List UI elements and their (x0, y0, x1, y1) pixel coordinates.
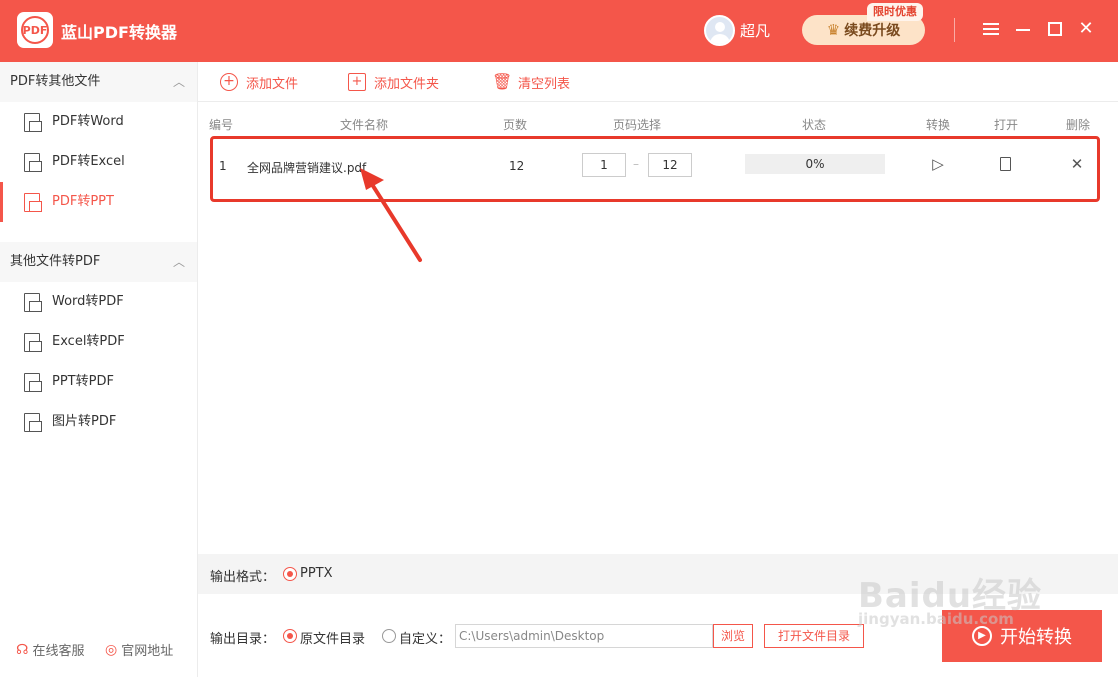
sidebar-group-other-to-pdf[interactable]: 其他文件转PDF ︿ (0, 242, 197, 282)
toolbar: + 添加文件 + 添加文件夹 🗑 清空列表 (198, 62, 1118, 102)
output-path-input[interactable]: C:\Users\admin\Desktop (455, 624, 713, 648)
dir-radio-original[interactable] (283, 629, 297, 643)
start-convert-button[interactable]: ▶ 开始转换 (942, 610, 1102, 662)
titlebar-divider (954, 18, 955, 42)
website-label: 官网地址 (121, 644, 174, 659)
add-folder-button[interactable]: + 添加文件夹 (348, 72, 439, 92)
clear-list-button[interactable]: 🗑 清空列表 (492, 72, 570, 92)
globe-icon: ◎ (105, 641, 118, 658)
col-status: 状态 (802, 118, 827, 132)
sidebar-group-pdf-to-other[interactable]: PDF转其他文件 ︿ (0, 62, 197, 102)
output-format-label: 输出格式： (210, 570, 276, 585)
sidebar-item-pdf-to-ppt[interactable]: PDF转PPT (0, 182, 197, 222)
page-to-input[interactable]: 12 (648, 153, 692, 177)
annotation-arrow (360, 168, 422, 262)
file-pdf-icon (24, 373, 42, 392)
table-row[interactable]: 1 全网品牌营销建议.pdf 12 1 – 12 0% ▷ ✕ (210, 136, 1100, 202)
crown-icon: ♛ (826, 21, 841, 39)
col-delete: 删除 (1066, 118, 1091, 132)
logo-text: PDF (21, 16, 49, 44)
start-convert-label: 开始转换 (1000, 627, 1072, 648)
sidebar-item-pdf-to-excel[interactable]: PDF转Excel (0, 142, 197, 182)
title-bar: PDF 蓝山PDF转换器 超凡 ♛ 续费升级 限时优惠 ✕ (0, 0, 1118, 62)
sidebar-item-label: Excel转PDF (52, 334, 125, 349)
table-header: 编号 文件名称 页数 页码选择 状态 转换 打开 删除 (198, 114, 1118, 132)
output-format-panel: 输出格式： PPTX (198, 554, 1118, 594)
online-service-label: 在线客服 (32, 644, 85, 659)
dir-original-label: 原文件目录 (300, 632, 366, 647)
output-dir-label: 输出目录： (210, 632, 276, 647)
sidebar-group-label: 其他文件转PDF (10, 254, 101, 269)
user-name[interactable]: 超凡 (740, 20, 770, 41)
sidebar-item-ppt-to-pdf[interactable]: PPT转PDF (0, 362, 197, 402)
menu-icon[interactable] (982, 20, 1000, 38)
promo-badge: 限时优惠 (867, 3, 923, 21)
dir-radio-custom[interactable] (382, 629, 396, 643)
dir-custom-label: 自定义： (399, 632, 452, 647)
col-open: 打开 (994, 118, 1019, 132)
sidebar-group-label: PDF转其他文件 (10, 74, 101, 89)
chevron-up-icon: ︿ (172, 255, 185, 269)
page-from-input[interactable]: 1 (582, 153, 626, 177)
col-name: 文件名称 (340, 118, 389, 132)
col-index: 编号 (209, 118, 234, 132)
trash-icon: 🗑 (492, 72, 513, 91)
close-icon[interactable]: ✕ (1077, 20, 1095, 38)
format-pptx-label: PPTX (300, 566, 333, 581)
delete-x-icon[interactable]: ✕ (1068, 155, 1086, 173)
add-folder-label: 添加文件夹 (374, 76, 440, 92)
plus-circle-icon: + (220, 73, 238, 91)
col-pages: 页数 (503, 118, 528, 132)
user-avatar[interactable] (704, 15, 735, 46)
maximize-icon[interactable] (1046, 20, 1064, 38)
sidebar-item-label: PDF转Word (52, 114, 124, 129)
play-icon[interactable]: ▷ (929, 155, 947, 173)
folder-plus-icon: + (348, 73, 366, 91)
sidebar-item-word-to-pdf[interactable]: Word转PDF (0, 282, 197, 322)
add-file-label: 添加文件 (246, 76, 299, 92)
play-circle-icon: ▶ (972, 626, 992, 646)
file-pdf-icon (24, 413, 42, 432)
app-title: 蓝山PDF转换器 (61, 23, 177, 42)
row-pages: 12 (509, 159, 525, 173)
sidebar-item-excel-to-pdf[interactable]: Excel转PDF (0, 322, 197, 362)
sidebar-item-label: PDF转PPT (52, 194, 114, 209)
website-link[interactable]: ◎ 官网地址 (105, 640, 174, 660)
app-logo: PDF (17, 12, 53, 48)
sidebar-item-label: 图片转PDF (52, 414, 117, 429)
headset-icon: ☊ (16, 641, 29, 658)
file-excel-icon (24, 153, 42, 172)
col-convert: 转换 (926, 118, 951, 132)
upgrade-label: 续费升级 (844, 23, 901, 39)
browse-button[interactable]: 浏览 (713, 624, 753, 648)
file-pdf-icon (24, 293, 42, 312)
sidebar: PDF转其他文件 ︿ PDF转Word PDF转Excel PDF转PPT 其他… (0, 62, 198, 677)
sidebar-item-image-to-pdf[interactable]: 图片转PDF (0, 402, 197, 442)
sidebar-item-label: PPT转PDF (52, 374, 114, 389)
col-range: 页码选择 (613, 118, 662, 132)
open-dir-button[interactable]: 打开文件目录 (764, 624, 864, 648)
file-pdf-icon (24, 333, 42, 352)
clear-list-label: 清空列表 (518, 76, 571, 92)
sidebar-item-label: PDF转Excel (52, 154, 125, 169)
app-window: PDF 蓝山PDF转换器 超凡 ♛ 续费升级 限时优惠 ✕ PDF转其他文件 ︿… (0, 0, 1118, 677)
row-file-name: 全网品牌营销建议.pdf (247, 161, 367, 175)
add-file-button[interactable]: + 添加文件 (220, 72, 298, 92)
file-ppt-icon (24, 193, 42, 212)
file-word-icon (24, 113, 42, 132)
minimize-icon[interactable] (1014, 20, 1032, 38)
sidebar-item-pdf-to-word[interactable]: PDF转Word (0, 102, 197, 142)
row-index: 1 (219, 159, 227, 173)
chevron-up-icon: ︿ (172, 75, 185, 89)
range-separator: – (633, 157, 639, 171)
progress-bar: 0% (745, 154, 885, 174)
document-icon[interactable] (997, 155, 1015, 173)
format-radio-pptx[interactable] (283, 567, 297, 581)
sidebar-item-label: Word转PDF (52, 294, 124, 309)
online-service-link[interactable]: ☊ 在线客服 (16, 640, 85, 660)
